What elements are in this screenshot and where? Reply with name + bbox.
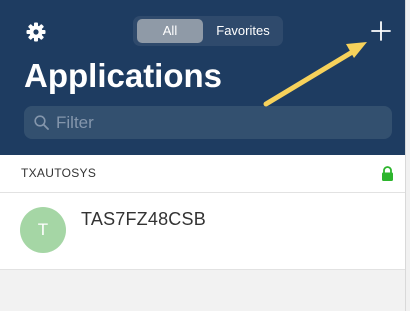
segment-favorites[interactable]: Favorites — [205, 19, 281, 43]
app-window: All Favorites Applications Filter TXAUTO… — [0, 0, 406, 311]
plus-icon[interactable] — [370, 20, 392, 42]
app-name: TAS7FZ48CSB — [81, 209, 206, 229]
gear-icon[interactable] — [26, 22, 46, 42]
page-title: Applications — [24, 57, 223, 94]
segment-all[interactable]: All — [137, 19, 203, 43]
avatar: T — [20, 207, 66, 253]
filter-segmented-control: All Favorites — [133, 16, 283, 46]
list-item[interactable]: T TAS7FZ48CSB — [0, 193, 405, 270]
header: All Favorites Applications Filter — [0, 0, 405, 155]
search-field[interactable]: Filter — [24, 106, 392, 139]
search-placeholder: Filter — [56, 113, 94, 132]
empty-list-area — [0, 270, 405, 311]
search-icon — [34, 115, 49, 130]
section-header: TXAUTOSYS — [0, 155, 405, 193]
section-title: TXAUTOSYS — [21, 166, 97, 180]
lock-icon — [382, 166, 393, 181]
